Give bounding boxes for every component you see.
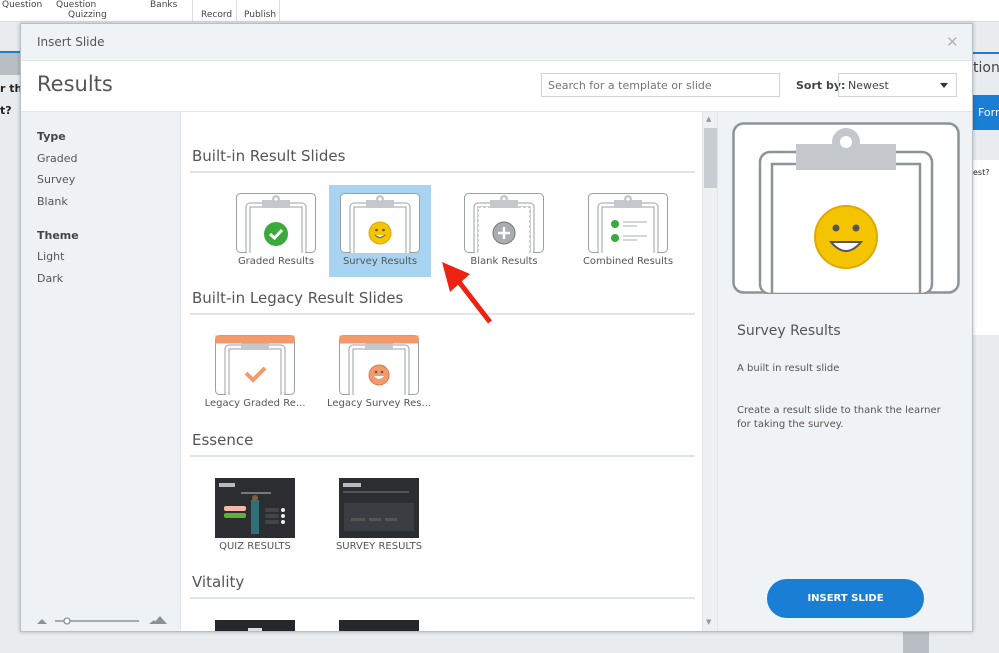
bg-text: tion — [973, 60, 999, 76]
preview-description: Create a result slide to thank the learn… — [737, 405, 941, 430]
filter-dark[interactable]: Dark — [37, 272, 63, 285]
large-mountain-icon — [153, 616, 167, 624]
filter-heading-theme: Theme — [37, 229, 79, 242]
page-title: Results — [37, 72, 113, 96]
template-vitality-2[interactable] — [328, 612, 430, 631]
scroll-up-icon[interactable]: ▲ — [706, 115, 711, 123]
survey-results-thumbnail — [340, 193, 420, 253]
legacy-survey-thumbnail — [339, 335, 419, 395]
legacy-graded-thumbnail — [215, 335, 295, 395]
slider-handle — [63, 617, 71, 625]
template-survey-results-essence[interactable]: SURVEY RESULTS — [328, 470, 430, 562]
vitality-thumbnail — [339, 620, 419, 631]
ribbon-record[interactable]: Record — [201, 10, 232, 21]
template-legacy-survey[interactable]: Legacy Survey Res... — [327, 327, 431, 419]
dialog-title: Insert Slide — [37, 35, 105, 49]
bg-panel: est? — [973, 160, 999, 335]
quiz-results-thumbnail — [215, 478, 295, 538]
template-graded-results[interactable]: Graded Results — [225, 185, 327, 277]
section-title: Essence — [192, 431, 254, 449]
template-combined-results[interactable]: Combined Results — [577, 185, 679, 277]
survey-results-essence-thumbnail — [339, 478, 419, 538]
sort-select[interactable]: Newest — [838, 73, 957, 97]
filter-blank[interactable]: Blank — [37, 195, 68, 208]
ribbon-question[interactable]: Question — [2, 0, 42, 11]
filter-light[interactable]: Light — [37, 250, 64, 263]
section-title: Vitality — [192, 573, 245, 591]
ribbon-banks[interactable]: Banks — [150, 0, 177, 11]
vitality-thumbnail — [215, 620, 295, 631]
section-title: Built-in Result Slides — [192, 147, 346, 165]
preview-panel: Survey Results A built in result slide C… — [717, 112, 972, 631]
survey-results-preview-image — [732, 122, 960, 294]
filter-sidebar: Type Graded Survey Blank Theme Light Dar… — [21, 112, 181, 631]
red-arrow-annotation — [442, 262, 492, 324]
preview-subtitle: A built in result slide — [737, 363, 840, 374]
template-vitality-1[interactable] — [204, 612, 306, 631]
bg-panel-header — [0, 53, 20, 75]
combined-results-thumbnail — [588, 193, 668, 253]
bg-format-button[interactable]: Form — [973, 95, 999, 130]
dialog-titlebar: Insert Slide ✕ — [21, 24, 972, 61]
scrollbar-thumb[interactable] — [704, 128, 717, 188]
filter-survey[interactable]: Survey — [37, 173, 75, 186]
template-legacy-graded[interactable]: Legacy Graded Re... — [204, 327, 306, 419]
insert-slide-dialog: Insert Slide ✕ Results Sort by: Newest T… — [20, 23, 973, 632]
thumbnail-size-slider[interactable] — [37, 612, 172, 626]
bg-tab — [903, 632, 929, 653]
insert-slide-button[interactable]: INSERT SLIDE — [767, 579, 924, 618]
template-quiz-results[interactable]: QUIZ RESULTS — [204, 470, 306, 562]
bg-accent-line — [973, 52, 999, 54]
ribbon-publish[interactable]: Publish — [244, 10, 276, 21]
blank-results-thumbnail — [464, 193, 544, 253]
template-gallery: Built-in Result Slides Graded Results Su… — [182, 112, 702, 631]
small-mountain-icon — [37, 619, 47, 624]
preview-title: Survey Results — [737, 323, 841, 339]
template-survey-results[interactable]: Survey Results — [329, 185, 431, 277]
scroll-down-icon[interactable]: ▼ — [706, 618, 711, 626]
section-title: Built-in Legacy Result Slides — [192, 289, 404, 307]
graded-results-thumbnail — [236, 193, 316, 253]
caret-down-icon — [940, 83, 948, 88]
search-input[interactable] — [541, 73, 780, 97]
bg-text: t? — [0, 104, 12, 117]
gallery-scrollbar[interactable]: ▲ ▼ — [702, 112, 717, 631]
ribbon-group-quizzing: Quizzing — [68, 10, 107, 20]
close-icon[interactable]: ✕ — [946, 33, 959, 51]
app-ribbon: Question Question Quizzing Banks Record … — [0, 0, 999, 22]
filter-graded[interactable]: Graded — [37, 152, 78, 165]
sort-value: Newest — [848, 79, 889, 92]
filter-heading-type: Type — [37, 130, 66, 143]
